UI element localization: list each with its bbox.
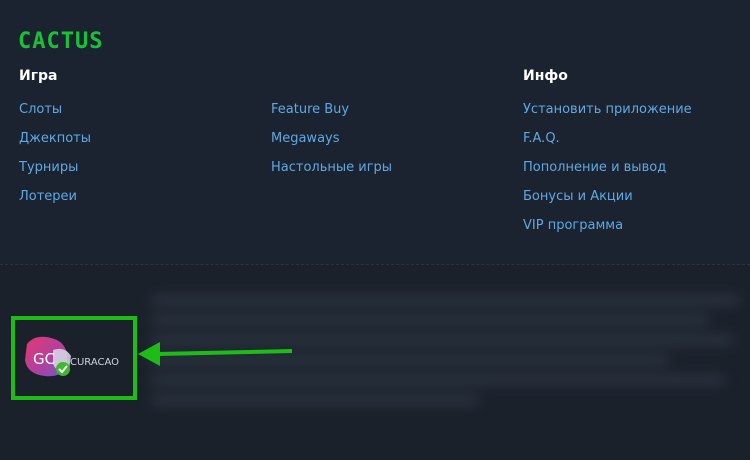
license-highlight-frame: GC CURACAO [11, 316, 137, 400]
svg-text:GC: GC [33, 350, 55, 368]
link-vip[interactable]: VIP программа [523, 217, 692, 246]
svg-text:CURACAO: CURACAO [70, 357, 119, 368]
link-deposit-withdraw[interactable]: Пополнение и вывод [523, 159, 692, 188]
footer-column-info: Инфо Установить приложение F.A.Q. Пополн… [523, 66, 692, 246]
column-title-info: Инфо [523, 68, 568, 84]
svg-text:CACTUS: CACTUS [18, 29, 103, 52]
footer-column-game-2: Feature Buy Megaways Настольные игры [271, 66, 392, 188]
link-megaways[interactable]: Megaways [271, 130, 392, 159]
footer-column-game: Игра Слоты Джекпоты Турниры Лотереи [19, 66, 91, 217]
column-title-game: Игра [19, 68, 58, 84]
link-slots[interactable]: Слоты [19, 101, 91, 130]
cactus-logo[interactable]: CACTUS [18, 28, 114, 52]
annotation-arrow-icon [138, 342, 293, 366]
link-feature-buy[interactable]: Feature Buy [271, 101, 392, 130]
column-title-empty [271, 66, 392, 86]
link-table-games[interactable]: Настольные игры [271, 159, 392, 188]
checkmark-icon [56, 362, 70, 376]
link-bonuses[interactable]: Бонусы и Акции [523, 188, 692, 217]
link-faq[interactable]: F.A.Q. [523, 130, 692, 159]
curacao-license-badge[interactable]: GC CURACAO [23, 334, 131, 382]
link-jackpots[interactable]: Джекпоты [19, 130, 91, 159]
link-install-app[interactable]: Установить приложение [523, 101, 692, 130]
link-lotteries[interactable]: Лотереи [19, 188, 91, 217]
link-tournaments[interactable]: Турниры [19, 159, 91, 188]
